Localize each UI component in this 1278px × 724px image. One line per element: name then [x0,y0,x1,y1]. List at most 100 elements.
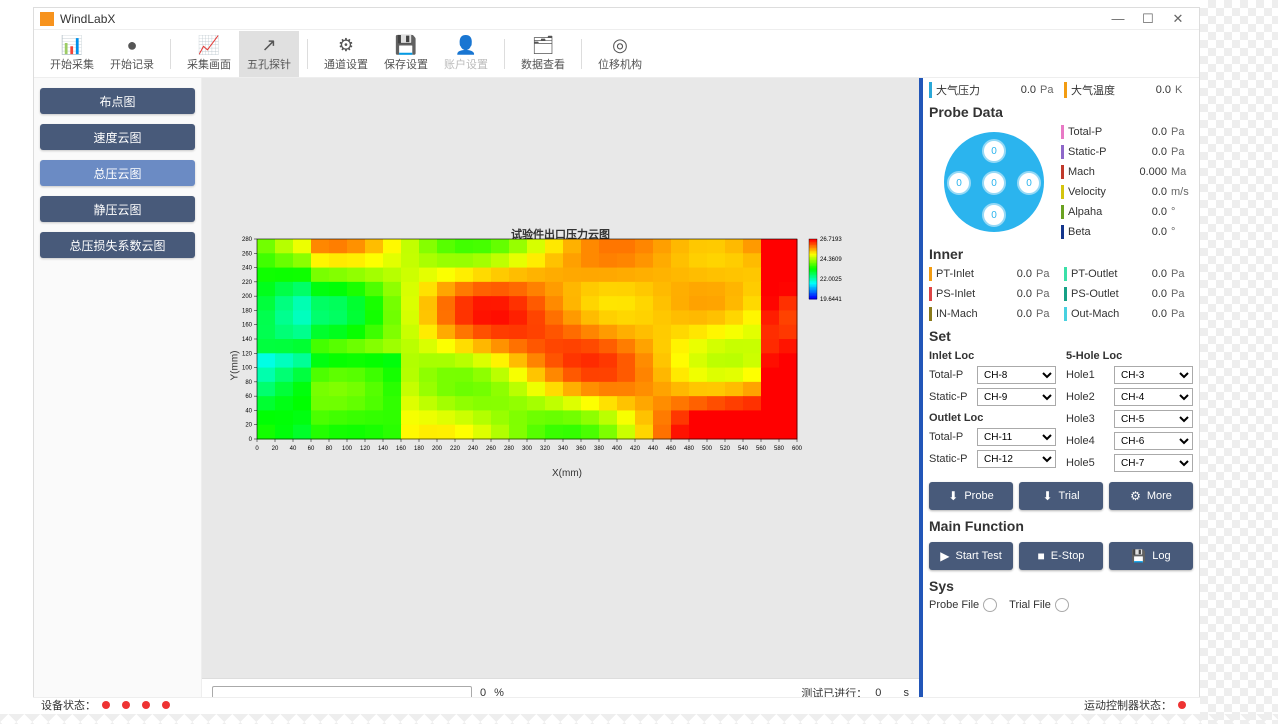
probe-hole-right: 0 [1017,171,1041,195]
svg-text:280: 280 [504,446,515,452]
svg-text:180: 180 [242,308,253,314]
sidebar-item-布点图[interactable]: 布点图 [40,88,195,114]
probe-line-Velocity: Velocity 0.0 m/s [1061,182,1193,202]
probe-diagram: 0 0 0 0 0 [929,127,1059,237]
set-button-Probe[interactable]: ⬇Probe [929,482,1013,510]
color-bar-icon [1061,225,1064,239]
x-axis-label: X(mm) [552,468,582,479]
svg-text:100: 100 [242,366,253,372]
mainfunc-button-E-Stop[interactable]: ■E-Stop [1019,542,1103,570]
probe-hole-top: 0 [982,139,1006,163]
toolbar-icon: ● [127,36,138,56]
set-button-Trial[interactable]: ⬇Trial [1019,482,1103,510]
inlet-select-Total-P[interactable]: CH-8 [977,366,1056,384]
toolbar-icon: 👤 [455,36,477,56]
svg-text:60: 60 [245,394,252,400]
inner-line-PT-Inlet: PT-Inlet 0.0 Pa [929,264,1058,284]
inlet-Static-P: Static-P CH-9 [929,386,1056,408]
toolbar-保存设置[interactable]: 💾保存设置 [376,31,436,77]
mainfunc-button-Log[interactable]: 💾Log [1109,542,1193,570]
probe-hole-left: 0 [947,171,971,195]
svg-text:160: 160 [242,323,253,329]
hole-Hole3: Hole3 CH-5 [1066,408,1193,430]
svg-text:120: 120 [360,446,371,452]
inlet-select-Static-P[interactable]: CH-9 [977,388,1056,406]
outlet-select-Static-P[interactable]: CH-12 [977,450,1056,468]
hole-select-Hole2[interactable]: CH-4 [1114,388,1193,406]
svg-text:40: 40 [245,408,252,414]
set-button-More[interactable]: ⚙More [1109,482,1193,510]
svg-text:260: 260 [486,446,497,452]
hole-select-Hole3[interactable]: CH-5 [1114,410,1193,428]
color-bar-icon [1064,82,1067,98]
inlet-Total-P: Total-P CH-8 [929,364,1056,386]
toolbar-label: 开始记录 [110,56,154,72]
toolbar-icon: ◎ [612,36,628,56]
svg-text:40: 40 [290,446,297,452]
toolbar-采集画面[interactable]: 📈采集画面 [179,31,239,77]
svg-text:160: 160 [396,446,407,452]
svg-text:420: 420 [630,446,641,452]
close-button[interactable]: ✕ [1163,11,1193,27]
hole-Hole5: Hole5 CH-7 [1066,452,1193,474]
inner-line-IN-Mach: IN-Mach 0.0 Pa [929,304,1058,324]
svg-text:60: 60 [308,446,315,452]
probe-line-Total-P: Total-P 0.0 Pa [1061,122,1193,142]
toolbar-五孔探针[interactable]: ↗五孔探针 [239,31,299,77]
color-bar-icon [929,267,932,281]
sys-header: Sys [929,578,1193,594]
hole-select-Hole5[interactable]: CH-7 [1114,454,1193,472]
svg-text:300: 300 [522,446,533,452]
svg-text:600: 600 [792,446,803,452]
radio-icon[interactable] [983,598,997,612]
sidebar-item-总压损失系数云图[interactable]: 总压损失系数云图 [40,232,195,258]
set-icon: ⬇ [948,489,958,503]
toolbar-icon: ⚙ [338,36,354,56]
toolbar-label: 开始采集 [50,56,94,72]
minimize-button[interactable]: — [1103,11,1133,26]
hole-select-Hole1[interactable]: CH-3 [1114,366,1193,384]
svg-text:380: 380 [594,446,605,452]
status-dot-icon [1178,701,1186,709]
svg-text:240: 240 [242,266,253,272]
inlet-loc-header: Inlet Loc [929,350,1056,362]
toolbar-数据查看[interactable]: 🗂数据查看 [513,31,573,77]
probe-data-header: Probe Data [929,104,1193,120]
radio-icon[interactable] [1055,598,1069,612]
svg-text:26.7193: 26.7193 [820,237,842,243]
toolbar-label: 数据查看 [521,56,565,72]
fivehole-loc-header: 5-Hole Loc [1066,350,1193,362]
svg-text:200: 200 [242,294,253,300]
color-bar-icon [1061,165,1064,179]
probe-line-Static-P: Static-P 0.0 Pa [1061,142,1193,162]
inner-line-PS-Outlet: PS-Outlet 0.0 Pa [1064,284,1193,304]
maximize-button[interactable]: ☐ [1133,11,1163,27]
toolbar-icon: ↗ [261,36,276,56]
probe-line-Beta: Beta 0.0 ° [1061,222,1193,242]
env-measure-大气温度: 大气温度 0.0 K [1064,82,1193,98]
svg-text:180: 180 [414,446,425,452]
color-bar-icon [929,287,932,301]
toolbar-账户设置[interactable]: 👤账户设置 [436,31,496,77]
toolbar-开始记录[interactable]: ●开始记录 [102,31,162,77]
inner-line-PS-Inlet: PS-Inlet 0.0 Pa [929,284,1058,304]
svg-text:220: 220 [450,446,461,452]
svg-text:80: 80 [326,446,333,452]
color-bar-icon [1061,145,1064,159]
sidebar-item-总压云图[interactable]: 总压云图 [40,160,195,186]
inner-line-PT-Outlet: PT-Outlet 0.0 Pa [1064,264,1193,284]
svg-text:240: 240 [468,446,479,452]
hole-select-Hole4[interactable]: CH-6 [1114,432,1193,450]
mainfunc-icon: ▶ [940,549,949,563]
sidebar-item-静压云图[interactable]: 静压云图 [40,196,195,222]
toolbar-icon: 🗂 [532,36,555,56]
probe-line-Mach: Mach 0.000 Ma [1061,162,1193,182]
toolbar-通道设置[interactable]: ⚙通道设置 [316,31,376,77]
outlet-select-Total-P[interactable]: CH-11 [977,428,1056,446]
toolbar-开始采集[interactable]: 📊开始采集 [42,31,102,77]
toolbar-位移机构[interactable]: ◎位移机构 [590,31,650,77]
mainfunc-icon: 💾 [1131,549,1146,563]
status-bar: 设备状态： 运动控制器状态： [33,697,1200,711]
sidebar-item-速度云图[interactable]: 速度云图 [40,124,195,150]
mainfunc-button-Start Test[interactable]: ▶Start Test [929,542,1013,570]
